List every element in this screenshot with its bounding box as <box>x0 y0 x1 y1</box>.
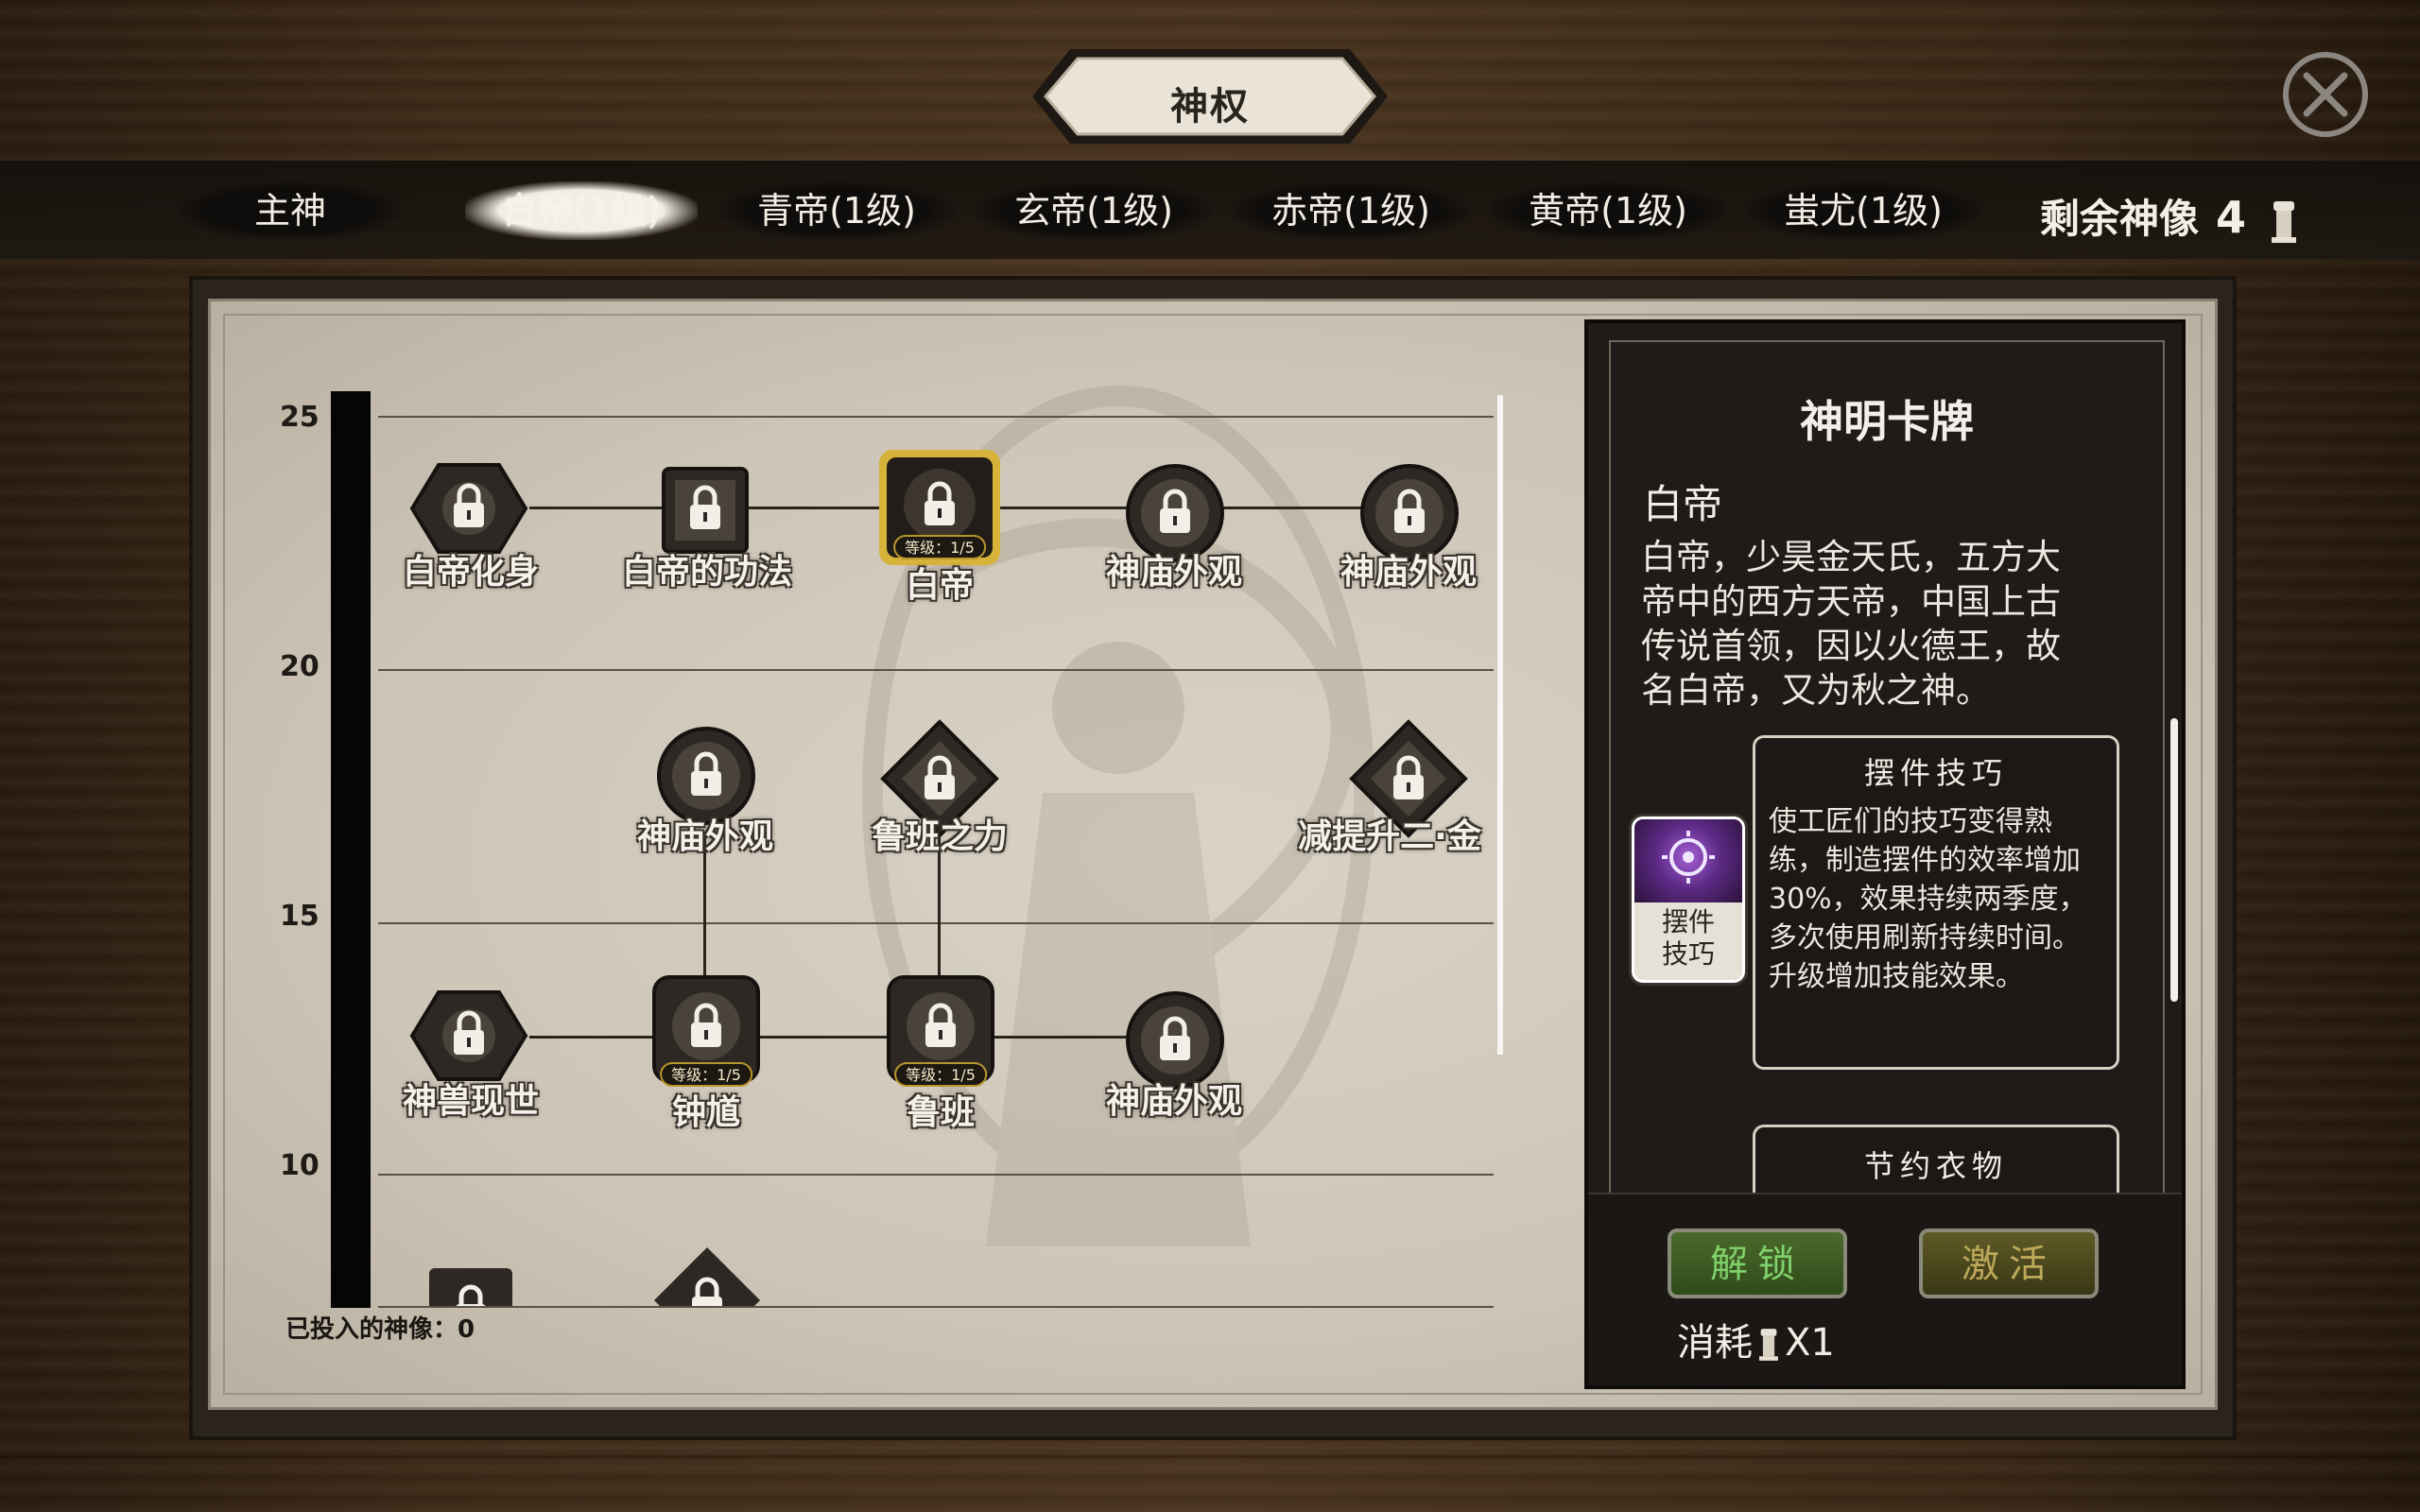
skill-node-label: 神庙外观 <box>1105 553 1243 592</box>
tier-line <box>378 669 1494 671</box>
god-description: 白帝，少昊金天氏，五方大帝中的西方天帝，中国上古传说首领，因以火德王，故名白帝，… <box>1641 537 2061 711</box>
tab-chi-di[interactable]: 赤帝(1级) <box>1233 181 1469 240</box>
idol-icon <box>1759 1329 1778 1361</box>
activate-button[interactable]: 激活 <box>1919 1228 2099 1298</box>
skill-node-label: 白帝化身 <box>402 553 540 592</box>
tier-line <box>378 1306 1494 1308</box>
idol-icon <box>2271 200 2296 243</box>
hexagon-lock-icon <box>409 463 528 554</box>
tab-huang-di[interactable]: 黄帝(1级) <box>1490 181 1726 240</box>
page-title-plate: 神权 <box>1013 40 1407 153</box>
panel-scrollbar[interactable] <box>2170 718 2178 1002</box>
wood-seam <box>0 1455 2420 1458</box>
tier-line <box>378 922 1494 924</box>
skill-node-label: 白帝的功法 <box>621 553 793 592</box>
square-lock-icon <box>429 1268 512 1306</box>
tree-scrollbar[interactable] <box>1497 395 1503 1055</box>
close-button[interactable] <box>2280 49 2371 140</box>
tab-qing-di[interactable]: 青帝(1级) <box>718 181 955 240</box>
remaining-idols: 剩余神像 4 <box>2040 189 2300 246</box>
remaining-idols-count: 4 <box>2216 192 2247 243</box>
close-icon <box>2283 52 2368 137</box>
deity-tab-bar: 主神 白帝(1级) 青帝(1级) 玄帝(1级) 赤帝(1级) 黄帝(1级) 蚩尤… <box>0 161 2420 259</box>
skill-node-label: 减提升二·金 <box>1298 817 1481 856</box>
skill-node-label: 神庙外观 <box>1105 1082 1243 1121</box>
skill-node-label: 鲁班 <box>906 1093 976 1132</box>
god-name: 白帝 <box>1643 481 1723 527</box>
scale-label: 20 <box>280 650 320 683</box>
panel-title: 神明卡牌 <box>1800 396 1974 447</box>
skill-node-label: 神庙外观 <box>636 817 774 856</box>
node-level-badge: 等级：1/5 <box>894 1062 987 1087</box>
node-level-badge: 等级：1/5 <box>893 535 986 559</box>
tab-main-god[interactable]: 主神 <box>180 181 401 240</box>
skill-title: 摆件技巧 <box>1863 755 2008 791</box>
skill-detail-box: 节约衣物 <box>1753 1125 2119 1198</box>
node-level-badge: 等级：1/5 <box>660 1062 752 1087</box>
skill-card[interactable]: 摆件 技巧 <box>1632 816 1745 983</box>
skill-node-label: 神兽现世 <box>402 1082 540 1121</box>
investment-scale-bar <box>331 391 371 1308</box>
skill-title: 节约衣物 <box>1863 1148 2008 1184</box>
scale-label: 15 <box>280 900 320 933</box>
cost-value: X1 <box>1785 1321 1835 1365</box>
diamond-lock-icon <box>654 1247 760 1306</box>
skill-card-art <box>1634 819 1742 902</box>
unlock-button[interactable]: 解锁 <box>1668 1228 1847 1298</box>
skill-node-label: 钟馗 <box>671 1093 741 1132</box>
skill-card-label: 摆件 技巧 <box>1661 906 1715 970</box>
page-title: 神权 <box>1170 85 1250 129</box>
tab-chi-you[interactable]: 蚩尤(1级) <box>1745 181 1981 240</box>
remaining-idols-label: 剩余神像 <box>2040 196 2200 242</box>
craft-skill-icon <box>1662 831 1715 884</box>
scale-label: 10 <box>280 1149 320 1182</box>
skill-node-partial[interactable] <box>650 1244 764 1306</box>
skill-node-label: 鲁班之力 <box>871 817 1009 856</box>
connector-line <box>529 1036 1172 1039</box>
tab-xuan-di[interactable]: 玄帝(1级) <box>976 181 1212 240</box>
skill-node-label: 白帝 <box>905 566 975 605</box>
hexagon-lock-icon <box>409 990 528 1081</box>
scale-label: 25 <box>280 401 320 434</box>
skill-node-partial[interactable] <box>424 1263 518 1306</box>
skill-node-divine-beast[interactable] <box>408 988 529 1087</box>
skill-detail-box: 摆件技巧 使工匠们的技巧变得熟练，制造摆件的效率增加30%，效果持续两季度，多次… <box>1753 735 2119 1070</box>
square-lock-icon <box>662 467 749 554</box>
cost-label: 消耗 <box>1677 1321 1753 1365</box>
tier-line <box>378 416 1494 418</box>
tab-bai-di[interactable]: 白帝(1级) <box>465 181 698 240</box>
skill-description: 使工匠们的技巧变得熟练，制造摆件的效率增加30%，效果持续两季度，多次使用刷新持… <box>1769 805 2087 993</box>
tier-line <box>378 1174 1494 1176</box>
invested-idols-count: 已投入的神像：0 <box>285 1315 475 1344</box>
unlock-cost: 消耗 X1 <box>1677 1312 1835 1366</box>
skill-node-label: 神庙外观 <box>1340 553 1478 592</box>
